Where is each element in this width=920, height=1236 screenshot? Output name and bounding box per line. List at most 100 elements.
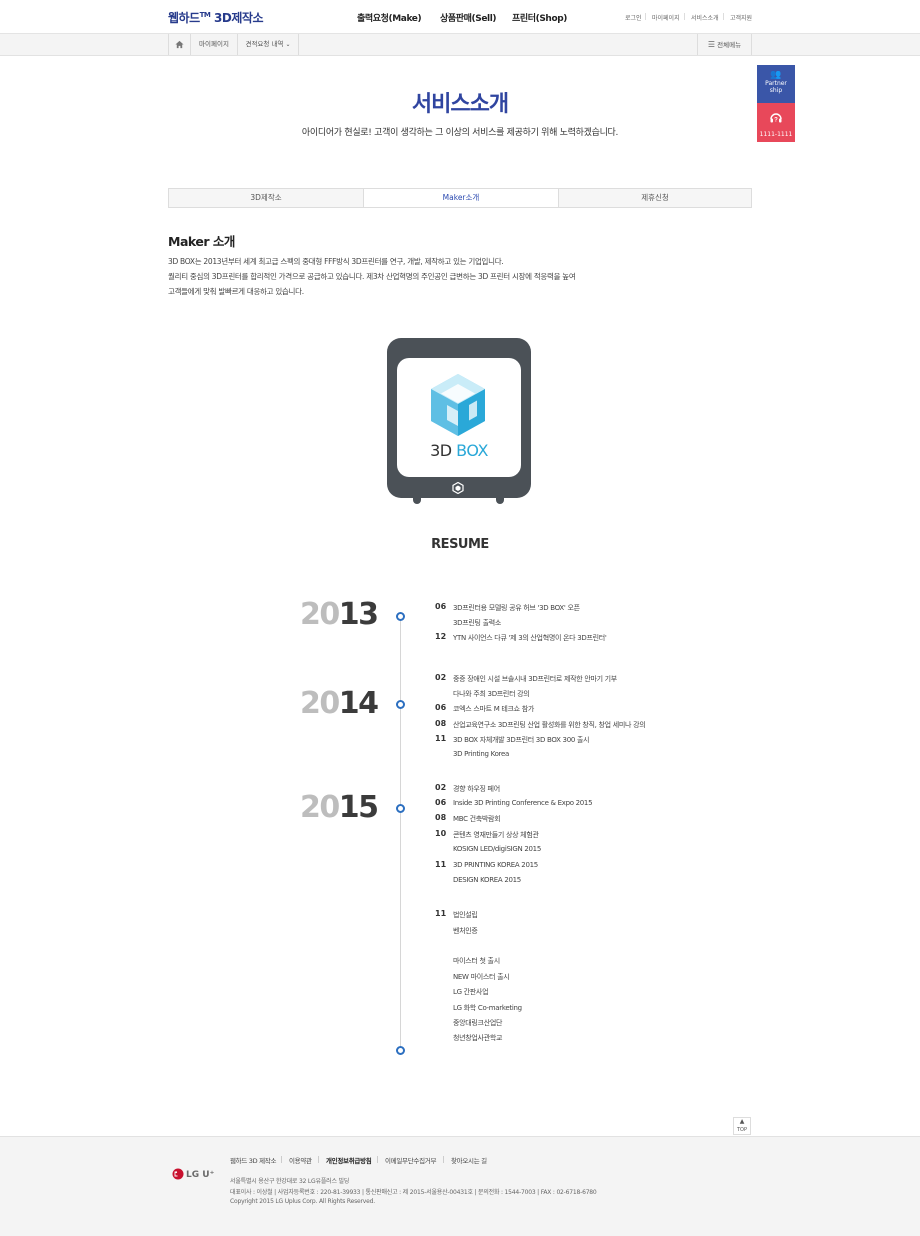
timeline-month: 11 bbox=[435, 860, 447, 869]
timeline-event: YTN 사이언스 다큐 '제 3의 산업혁명이 온다 3D프린터' bbox=[453, 634, 607, 642]
logo-sub: 3D제작소 bbox=[210, 11, 263, 25]
printer-foot bbox=[413, 498, 421, 504]
timeline-month: 06 bbox=[435, 602, 447, 611]
brand-3d: 3D bbox=[430, 441, 452, 460]
timeline-event: MBC 건축박람회 bbox=[453, 815, 501, 823]
timeline-month: 11 bbox=[435, 909, 447, 918]
svg-text:?: ? bbox=[774, 118, 778, 124]
home-button[interactable] bbox=[168, 34, 190, 55]
footer-divider bbox=[281, 1156, 282, 1163]
page: 웹하드TM 3D제작소 출력요청(Make) 상품판매(Sell) 프린터(Sh… bbox=[0, 0, 920, 1236]
tab-bar: 3D제작소 Maker소개 제휴신청 bbox=[168, 188, 752, 208]
location-bar: 마이페이지 견적요청 내역 ⌄ ☰ 전체메뉴 bbox=[0, 34, 920, 56]
all-menu-label: 전체메뉴 bbox=[717, 41, 742, 49]
timeline-event: 중증 장애인 시설 브솔시내 3D프린터로 제작한 안마기 기부 bbox=[453, 675, 617, 683]
timeline-month: 02 bbox=[435, 673, 447, 682]
footer-company-info: 대표이사 : 이상철 | 사업자등록번호 : 220-81-39933 | 통신… bbox=[230, 1189, 597, 1196]
timeline-dot bbox=[396, 700, 405, 709]
location-estimate-label: 견적요청 내역 bbox=[245, 40, 284, 48]
nav-make[interactable]: 출력요청(Make) bbox=[357, 11, 422, 24]
nav-sell[interactable]: 상품판매(Sell) bbox=[440, 11, 497, 24]
maker-desc-line: 고객들에게 맞춰 발빠르게 대응하고 있습니다. bbox=[168, 287, 304, 296]
timeline-event: 3D Printing Korea bbox=[453, 750, 509, 758]
footer-link-privacy[interactable]: 개인정보취급방침 bbox=[326, 1155, 372, 1165]
timeline-event: 콘텐츠 영재만들기 상상 체험관 bbox=[453, 831, 539, 839]
footer-address: 서울특별시 용산구 한강대로 32 LG유플러스 빌딩 bbox=[230, 1178, 350, 1185]
footer-link-home[interactable]: 웹하드 3D 제작소 bbox=[230, 1155, 276, 1165]
scroll-top-button[interactable]: ▲ TOP bbox=[733, 1117, 751, 1135]
header: 웹하드TM 3D제작소 출력요청(Make) 상품판매(Sell) 프린터(Sh… bbox=[0, 0, 920, 34]
timeline-event: 3D프린팅 출력소 bbox=[453, 619, 502, 627]
timeline-month: 08 bbox=[435, 813, 447, 822]
timeline-month: 06 bbox=[435, 798, 447, 807]
timeline-event: 코엑스 스마트 M 테크쇼 참가 bbox=[453, 705, 534, 713]
site-logo[interactable]: 웹하드TM 3D제작소 bbox=[168, 9, 263, 26]
timeline-event: LG 화학 Co-marketing bbox=[453, 1004, 522, 1012]
location-estimate-dropdown[interactable]: 견적요청 내역 ⌄ bbox=[237, 34, 299, 55]
timeline-event: 경향 하우징 페어 bbox=[453, 785, 500, 793]
util-divider bbox=[684, 13, 685, 20]
3dbox-logo-icon bbox=[431, 374, 485, 436]
util-divider bbox=[645, 13, 646, 20]
year-2014: 2014 bbox=[300, 686, 379, 721]
lg-logo-icon bbox=[172, 1168, 184, 1180]
footer-link-terms[interactable]: 이용약관 bbox=[289, 1155, 312, 1165]
timeline-dot bbox=[396, 1046, 405, 1055]
logo-main: 웹하드 bbox=[168, 11, 200, 25]
timeline-month: 06 bbox=[435, 703, 447, 712]
arrow-up-icon: ▲ bbox=[739, 1118, 745, 1125]
tab-maker[interactable]: Maker소개 bbox=[364, 189, 558, 207]
resume-title: RESUME bbox=[431, 537, 489, 552]
chevron-down-icon: ⌄ bbox=[285, 41, 291, 48]
util-support[interactable]: 고객지원 bbox=[730, 13, 752, 22]
printer-badge-icon bbox=[452, 482, 464, 494]
year-2013: 2013 bbox=[300, 597, 379, 632]
tab-3d-studio[interactable]: 3D제작소 bbox=[169, 189, 363, 207]
printer-illustration: 3D BOX bbox=[387, 338, 531, 498]
util-login[interactable]: 로그인 bbox=[625, 13, 642, 22]
timeline-event: LG 간판사업 bbox=[453, 988, 489, 996]
brand-box: BOX bbox=[456, 441, 488, 460]
people-icon: 👥 bbox=[770, 70, 782, 80]
maker-desc-line: 3D BOX는 2013년부터 세계 최고급 스펙의 중대형 FFF방식 3D프… bbox=[168, 257, 504, 266]
timeline-event: 청년창업사관학교 bbox=[453, 1034, 503, 1042]
timeline-event: 중앙대링크산업단 bbox=[453, 1019, 503, 1027]
timeline-event: 다나와 주최 3D프린터 강의 bbox=[453, 690, 530, 698]
timeline-event: Inside 3D Printing Conference & Expo 201… bbox=[453, 799, 593, 807]
timeline-event: 산업교육연구소 3D프린팅 산업 활성화를 위한 창직, 창업 세미나 강의 bbox=[453, 721, 646, 729]
all-menu-button[interactable]: ☰ 전체메뉴 bbox=[697, 34, 752, 55]
timeline-month: 08 bbox=[435, 719, 447, 728]
logo-tm: TM bbox=[199, 11, 211, 19]
hamburger-icon: ☰ bbox=[707, 40, 716, 49]
timeline-event: KOSIGN LED/digiSIGN 2015 bbox=[453, 845, 541, 853]
util-divider bbox=[723, 13, 724, 20]
timeline-event: 3D프린터용 모델링 공유 허브 '3D BOX' 오픈 bbox=[453, 604, 580, 612]
timeline-event: 법인설립 bbox=[453, 911, 478, 919]
maker-title: Maker 소개 bbox=[168, 234, 235, 249]
timeline-month: 12 bbox=[435, 632, 447, 641]
page-title: 서비스소개 bbox=[411, 92, 509, 117]
timeline-month: 10 bbox=[435, 829, 447, 838]
util-mypage[interactable]: 마이페이지 bbox=[652, 13, 680, 22]
footer-divider bbox=[377, 1156, 378, 1163]
footer: 웹하드 3D 제작소 이용약관 개인정보취급방침 이메일무단수집거부 찾아오시는… bbox=[0, 1136, 920, 1236]
footer-divider bbox=[443, 1156, 444, 1163]
timeline-month: 11 bbox=[435, 734, 447, 743]
util-service[interactable]: 서비스소개 bbox=[691, 13, 719, 22]
location-mypage[interactable]: 마이페이지 bbox=[190, 34, 237, 55]
timeline-dot bbox=[396, 804, 405, 813]
home-icon bbox=[175, 40, 184, 49]
timeline-event: 마이스터 첫 출시 bbox=[453, 957, 500, 965]
footer-link-directions[interactable]: 찾아오시는 길 bbox=[451, 1155, 487, 1165]
timeline-event: 3D BOX 자체개발 3D프린터 3D BOX 300 출시 bbox=[453, 736, 590, 744]
printer-foot bbox=[496, 498, 504, 504]
timeline-event: 3D PRINTING KOREA 2015 bbox=[453, 861, 538, 869]
nav-shop[interactable]: 프린터(Shop) bbox=[512, 11, 567, 24]
timeline-dot bbox=[396, 612, 405, 621]
footer-link-email[interactable]: 이메일무단수집거부 bbox=[385, 1155, 436, 1165]
lg-logo-text: LG U⁺ bbox=[186, 1170, 215, 1180]
timeline-event: DESIGN KOREA 2015 bbox=[453, 876, 521, 884]
tab-partnership[interactable]: 제휴신청 bbox=[559, 189, 751, 207]
brand-name: 3D BOX bbox=[397, 441, 521, 460]
timeline-event: 벤처인증 bbox=[453, 927, 478, 935]
